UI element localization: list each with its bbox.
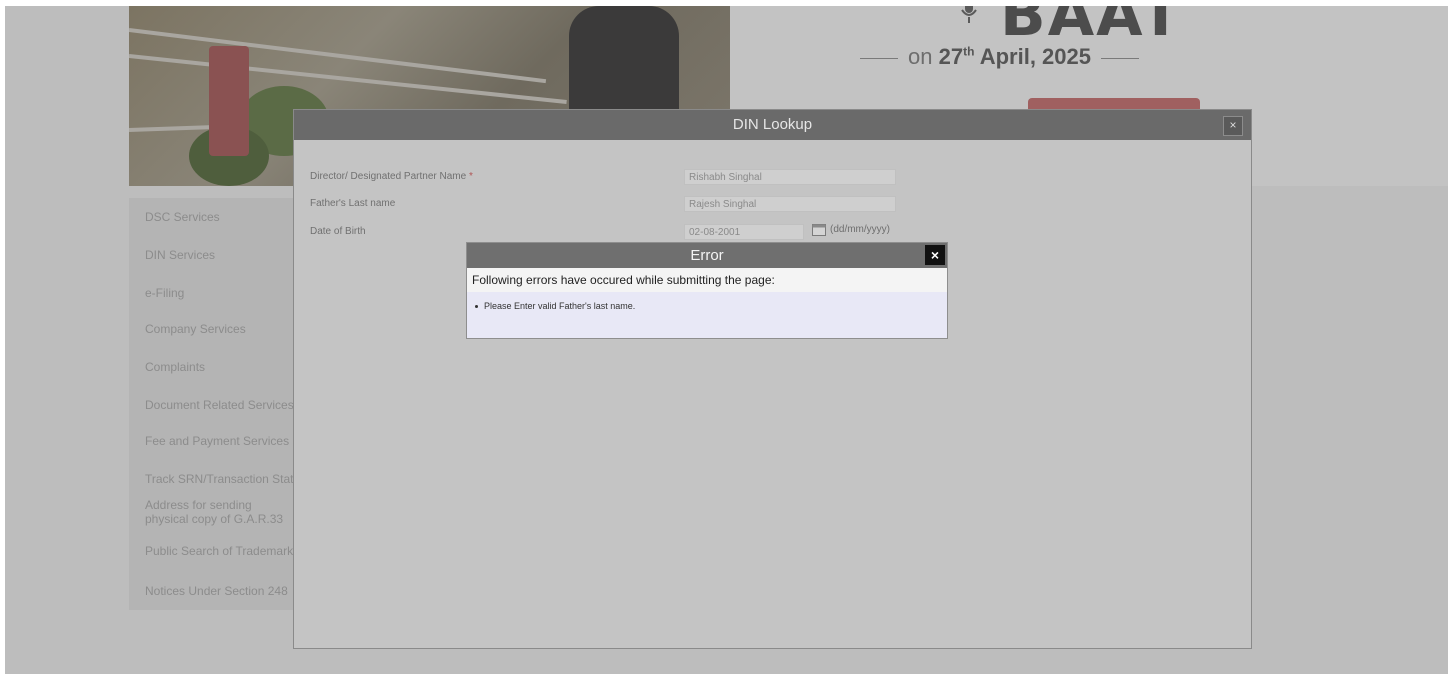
sidenav-item-dsc[interactable]: DSC Services bbox=[145, 210, 295, 224]
error-dialog: Error × Following errors have occured wh… bbox=[466, 242, 948, 339]
sidenav-item-track-srn[interactable]: Track SRN/Transaction Status bbox=[145, 472, 295, 486]
dob-label: Date of Birth bbox=[310, 226, 366, 237]
dob-input[interactable]: 02-08-2001 bbox=[684, 224, 804, 240]
required-marker: * bbox=[468, 171, 473, 182]
page-stage: BAAT on 27th April, 2025 DSC Services DI… bbox=[5, 6, 1448, 674]
banner-date: on 27th April, 2025 bbox=[850, 44, 1149, 70]
error-dialog-header: Error × bbox=[467, 243, 947, 268]
sidenav-item-fees[interactable]: Fee and Payment Services bbox=[145, 434, 295, 448]
sidenav-item-notices[interactable]: Notices Under Section 248 bbox=[145, 584, 295, 598]
sidenav-item-company[interactable]: Company Services bbox=[145, 322, 295, 336]
sidenav-item-documents[interactable]: Document Related Services bbox=[145, 398, 295, 412]
dob-format-hint: (dd/mm/yyyy) bbox=[830, 224, 890, 235]
father-last-name-label: Father's Last name bbox=[310, 198, 396, 209]
sidenav-item-trademark[interactable]: Public Search of Trademark bbox=[145, 544, 295, 558]
error-list: Please Enter valid Father's last name. bbox=[475, 301, 635, 311]
director-name-label: Director/ Designated Partner Name * bbox=[310, 171, 473, 182]
sidenav-item-efiling[interactable]: e-Filing bbox=[145, 286, 295, 300]
bullet-icon bbox=[475, 305, 478, 309]
side-navigation: DSC Services DIN Services e-Filing Compa… bbox=[129, 198, 297, 610]
error-intro-text: Following errors have occured while subm… bbox=[467, 268, 947, 292]
microphone-icon bbox=[961, 6, 977, 23]
sidenav-item-complaints[interactable]: Complaints bbox=[145, 360, 295, 374]
error-message: Please Enter valid Father's last name. bbox=[484, 301, 636, 311]
modal-title: DIN Lookup bbox=[732, 116, 813, 133]
father-last-name-input[interactable]: Rajesh Singhal bbox=[684, 196, 896, 212]
modal-header: DIN Lookup × bbox=[294, 110, 1251, 140]
calendar-icon[interactable] bbox=[812, 223, 826, 236]
error-close-button[interactable]: × bbox=[925, 245, 945, 265]
modal-close-button[interactable]: × bbox=[1223, 116, 1243, 136]
sidenav-item-din[interactable]: DIN Services bbox=[145, 248, 295, 262]
din-lookup-modal: DIN Lookup × Director/ Designated Partne… bbox=[293, 109, 1252, 649]
sidenav-item-address[interactable]: Address for sending physical copy of G.A… bbox=[145, 498, 295, 528]
director-name-input[interactable]: Rishabh Singhal bbox=[684, 169, 896, 185]
error-dialog-title: Error bbox=[690, 247, 724, 264]
